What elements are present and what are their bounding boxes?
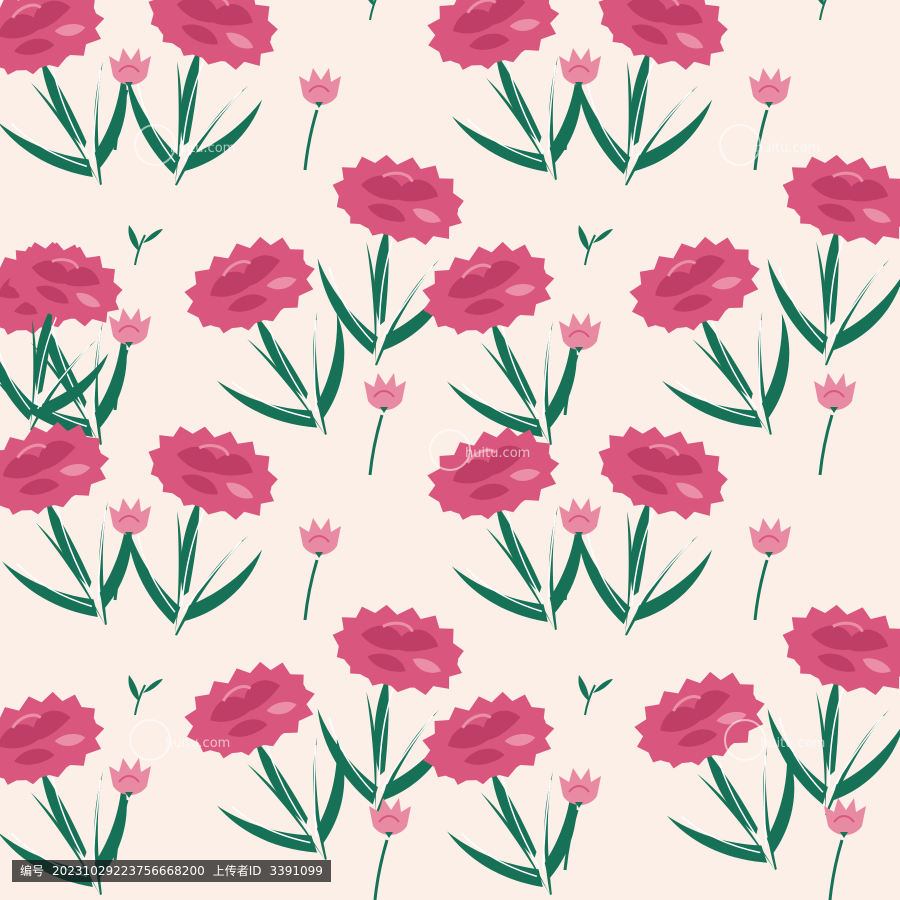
id-value: 20231029223756668200 [52, 864, 205, 878]
watermark-text-1: huitu.com [170, 141, 235, 156]
id-label: 编号 [20, 864, 45, 878]
watermark-text-4: huitu.com [165, 736, 230, 751]
watermark-text-5: huitu.com [760, 736, 825, 751]
carnation-pattern-image: huitu.com huitu.com huitu.com huitu.com … [0, 0, 900, 900]
watermark-text-2: huitu.com [755, 141, 820, 156]
image-info-bar: 编号 20231029223756668200 上传者ID 3391099 [12, 860, 331, 882]
watermark-text-3: huitu.com [465, 446, 530, 461]
uploader-value: 3391099 [269, 864, 323, 878]
uploader-label: 上传者ID [212, 864, 262, 878]
pattern-canvas: huitu.com huitu.com huitu.com huitu.com … [0, 0, 900, 900]
